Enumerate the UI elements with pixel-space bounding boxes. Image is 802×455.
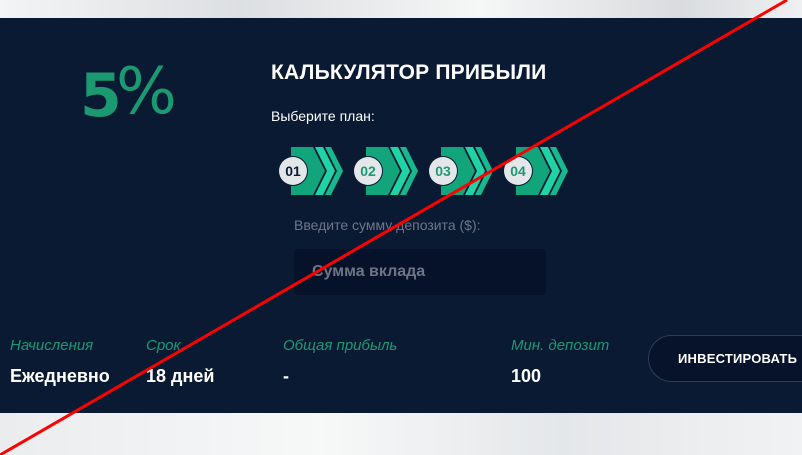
invest-button[interactable]: ИНВЕСТИРОВАТЬ (648, 335, 802, 382)
plan-number: 04 (510, 163, 526, 179)
stat-value-accrual: Ежедневно (10, 366, 110, 386)
plan-button-04[interactable]: 04 (502, 147, 568, 195)
stat-value-total-profit: - (283, 366, 289, 386)
plan-number: 01 (285, 163, 301, 179)
calculator-title: КАЛЬКУЛЯТОР ПРИБЫЛИ (271, 61, 547, 84)
percent-sign: % (116, 55, 177, 129)
stat-label-accrual: Начисления (10, 337, 94, 354)
stat-value-term: 18 дней (146, 366, 215, 386)
stat-label-total-profit: Общая прибыль (283, 337, 398, 354)
background-bottom-strip (0, 413, 802, 455)
plan-number: 03 (435, 163, 451, 179)
plan-button-03[interactable]: 03 (427, 147, 493, 195)
background-top-strip (0, 0, 802, 18)
deposit-amount-input[interactable] (294, 249, 546, 295)
stat-label-min-deposit: Мин. депозит (511, 337, 610, 354)
stat-label-term: Срок (146, 337, 181, 354)
plan-number: 02 (360, 163, 376, 179)
plan-button-02[interactable]: 02 (352, 147, 418, 195)
plan-button-01[interactable]: 01 (277, 147, 343, 195)
stat-value-min-deposit: 100 (511, 366, 542, 386)
deposit-label: Введите сумму депозита ($): (294, 217, 481, 233)
choose-plan-label: Выберите план: (271, 108, 375, 124)
